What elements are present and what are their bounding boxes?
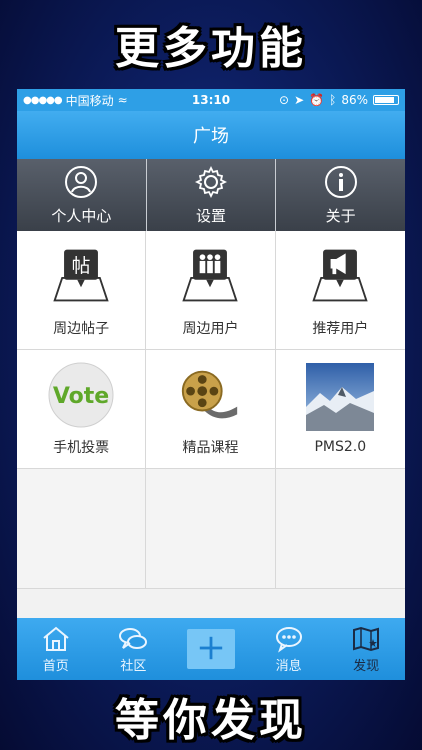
info-icon: [324, 165, 357, 198]
film-reel-icon: [176, 361, 244, 429]
nav-bar: 广场: [17, 111, 405, 159]
svg-text:帖: 帖: [72, 255, 91, 277]
grid-item-nearby-users[interactable]: 周边用户: [146, 231, 276, 350]
tab-bar: 首页 社区 消息 发现: [17, 618, 405, 680]
top-menu: 个人中心 设置 关于: [17, 159, 405, 231]
community-icon: [119, 627, 148, 649]
tab-label: 社区: [120, 658, 147, 674]
status-bar: ●●●●● 中国移动 ≈ 13:10 ⊙ ➤ ⏰ ᛒ 86%: [17, 89, 405, 111]
page-title: 广场: [193, 126, 229, 147]
status-time: 13:10: [191, 93, 231, 107]
rotation-lock-icon: ⊙: [279, 93, 290, 107]
grid-item-label: 手机投票: [53, 440, 110, 456]
tab-home[interactable]: 首页: [17, 618, 95, 680]
wifi-icon: ≈: [117, 93, 128, 107]
plus-icon: [186, 629, 235, 669]
grid-empty-cell: [275, 469, 405, 589]
message-icon: [275, 626, 302, 653]
recommend-users-icon: [306, 242, 374, 310]
alarm-icon: ⏰: [309, 93, 325, 107]
tab-post[interactable]: [172, 618, 250, 680]
grid-item-label: 推荐用户: [312, 321, 369, 337]
person-icon: [65, 165, 98, 198]
grid-item-label: 精品课程: [182, 440, 239, 456]
carrier-label: 中国移动: [65, 93, 114, 108]
tab-label: 消息: [275, 658, 302, 674]
discover-icon: [353, 626, 380, 651]
tab-discover[interactable]: 发现: [327, 618, 405, 680]
bluetooth-icon: ᛒ: [329, 93, 337, 107]
grid-item-label: 周边帖子: [53, 321, 110, 337]
gear-icon: [194, 165, 228, 198]
svg-text:Vote: Vote: [53, 384, 109, 409]
grid-empty-cell: [146, 469, 276, 589]
tab-community[interactable]: 社区: [95, 618, 173, 680]
grid-item-label: 周边用户: [182, 321, 239, 337]
grid-item-vote[interactable]: Vote 手机投票: [17, 350, 147, 469]
battery-icon: [373, 95, 399, 105]
menu-item-profile[interactable]: 个人中心: [17, 159, 147, 231]
grid-empty-cell: [17, 469, 147, 589]
tab-messages[interactable]: 消息: [250, 618, 328, 680]
menu-item-about[interactable]: 关于: [276, 159, 405, 231]
menu-item-label: 设置: [196, 206, 227, 225]
vote-icon: Vote: [47, 361, 115, 429]
menu-item-settings[interactable]: 设置: [147, 159, 277, 231]
grid-item-nearby-posts[interactable]: 帖 周边帖子: [17, 231, 147, 350]
nearby-posts-icon: 帖: [47, 242, 115, 310]
menu-item-label: 关于: [325, 206, 356, 225]
battery-percent: 86%: [341, 93, 368, 107]
mountain-photo-icon: [306, 363, 375, 431]
grid-item-pms[interactable]: PMS2.0: [275, 350, 405, 469]
grid-item-courses[interactable]: 精品课程: [146, 350, 276, 469]
nearby-users-icon: [176, 242, 244, 310]
promo-title-top: 更多功能: [115, 23, 307, 74]
menu-item-label: 个人中心: [51, 206, 112, 225]
grid-item-label: PMS2.0: [314, 439, 367, 455]
tab-label: 发现: [353, 658, 380, 674]
tab-label: 首页: [42, 658, 69, 674]
signal-dots-icon: ●●●●●: [23, 94, 63, 106]
phone-screen: ●●●●● 中国移动 ≈ 13:10 ⊙ ➤ ⏰ ᛒ 86% 广场 个人中心 设…: [17, 89, 405, 680]
feature-grid: 帖 周边帖子 周边用户 推荐用户 Vote 手机投票 精品课程 PMS2.0: [17, 231, 405, 589]
grid-item-recommend-users[interactable]: 推荐用户: [275, 231, 405, 350]
promo-title-bottom: 等你发现: [115, 695, 307, 746]
home-icon: [43, 626, 69, 651]
location-icon: ➤: [294, 93, 305, 107]
